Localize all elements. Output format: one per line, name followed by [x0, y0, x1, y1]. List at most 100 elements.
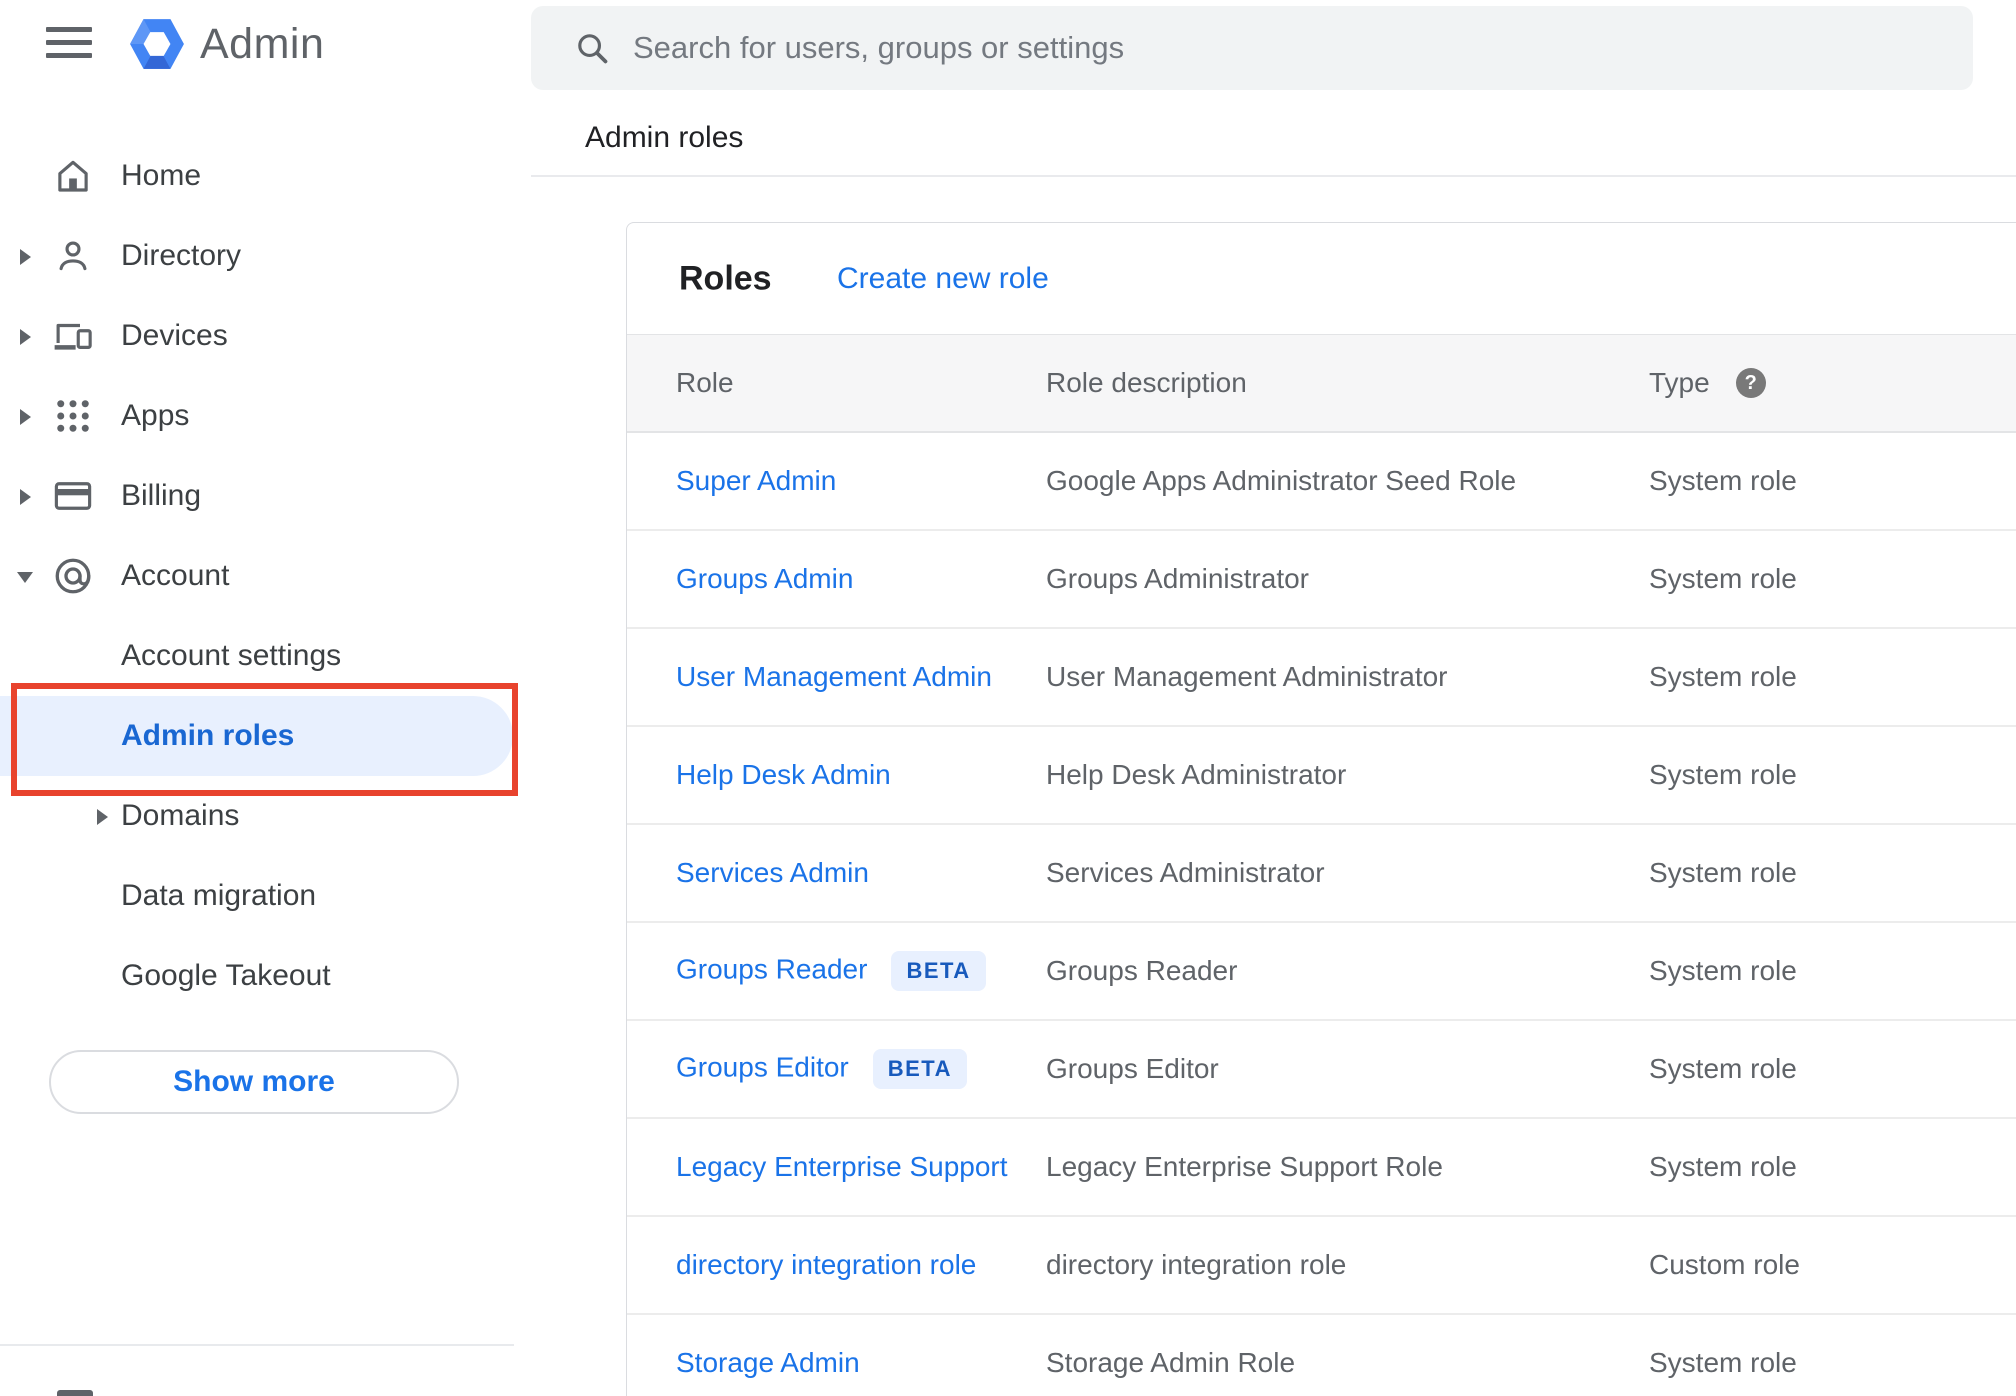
roles-table-body: Super Admin Google Apps Administrator See…: [627, 433, 2016, 1396]
table-row: Groups Reader BETA Groups Reader System rol…: [627, 923, 2016, 1021]
role-link[interactable]: directory integration role: [676, 1249, 976, 1280]
sidebar-item-data-migration[interactable]: Data migration: [0, 856, 514, 936]
role-description-cell: Google Apps Administrator Seed Role: [1046, 465, 1517, 496]
role-link[interactable]: Super Admin: [676, 465, 836, 496]
sidebar-item-label: Billing: [121, 479, 202, 512]
devices-icon: [52, 315, 94, 357]
admin-hexagon-logo-icon: [130, 19, 184, 69]
role-description-cell: Legacy Enterprise Support Role: [1046, 1151, 1443, 1182]
expand-arrow-icon[interactable]: [20, 409, 31, 425]
search-icon: [578, 34, 608, 64]
sidebar-item-label: Directory: [121, 239, 242, 272]
collapse-arrow-icon[interactable]: [17, 572, 33, 583]
table-row: Legacy Enterprise Support Legacy Enterpri…: [627, 1119, 2016, 1217]
expand-arrow-icon[interactable]: [20, 329, 31, 345]
search-bar: [531, 6, 1973, 90]
table-row: Storage Admin Storage Admin Role System ro…: [627, 1315, 2016, 1396]
role-type-cell: System role: [1649, 955, 1797, 986]
sidebar-item-label: Account: [121, 559, 230, 592]
role-type-cell: System role: [1649, 1053, 1797, 1084]
show-more-button[interactable]: Show more: [49, 1050, 459, 1114]
expand-arrow-icon[interactable]: [20, 249, 31, 265]
role-link[interactable]: Help Desk Admin: [676, 759, 891, 790]
role-cell: User Management Admin: [627, 661, 1046, 693]
role-description-cell: Groups Reader: [1046, 955, 1238, 986]
roles-card: Roles Create new role Role Role descript…: [626, 222, 2016, 1396]
role-link[interactable]: User Management Admin: [676, 661, 992, 692]
search-input[interactable]: [633, 30, 1833, 66]
role-type-cell: System role: [1649, 857, 1797, 888]
sidebar-item-home[interactable]: Home: [0, 136, 514, 216]
column-header-type: Type ?: [1649, 367, 2016, 399]
column-header-type-label: Type: [1649, 367, 1710, 398]
role-link[interactable]: Storage Admin: [676, 1347, 860, 1378]
sidebar-item-label: Google Takeout: [121, 959, 331, 992]
role-cell: Super Admin: [627, 465, 1046, 497]
sidebar-item-apps[interactable]: Apps: [0, 376, 514, 456]
sidebar-divider: [0, 1344, 514, 1346]
role-description-cell: Storage Admin Role: [1046, 1347, 1296, 1378]
apps-icon: [52, 395, 94, 437]
roles-card-header: Roles Create new role: [627, 223, 2016, 334]
role-description-cell: Groups Administrator: [1046, 563, 1309, 594]
create-new-role-link[interactable]: Create new role: [837, 262, 1049, 296]
role-cell: Storage Admin: [627, 1347, 1046, 1379]
role-type-cell: System role: [1649, 759, 1797, 790]
sidebar-item-label: Domains: [121, 799, 240, 832]
sidebar-item-google-takeout[interactable]: Google Takeout: [0, 936, 514, 1016]
sidebar-item-directory[interactable]: Directory: [0, 216, 514, 296]
role-link[interactable]: Groups Admin: [676, 563, 853, 594]
role-link[interactable]: Groups Reader: [676, 953, 867, 984]
role-description-cell: Help Desk Administrator: [1046, 759, 1347, 790]
admin-console-page: Admin Home Directory Devices Apps Billing Acc…: [0, 0, 2016, 1396]
sidebar: Admin Home Directory Devices Apps Billing Acc…: [0, 0, 518, 1396]
role-cell: Groups Reader BETA: [627, 951, 1046, 991]
person-icon: [52, 235, 94, 277]
column-header-description: Role description: [1046, 367, 1247, 398]
sidebar-item-label: Account settings: [121, 639, 342, 672]
sidebar-item-label: Home: [121, 159, 202, 192]
annotation-box: [11, 683, 518, 796]
role-link[interactable]: Groups Editor: [676, 1051, 849, 1082]
menu-hamburger-icon[interactable]: [46, 27, 92, 60]
app-title: Admin: [200, 19, 325, 68]
table-row: Super Admin Google Apps Administrator See…: [627, 433, 2016, 531]
beta-badge: BETA: [891, 951, 986, 991]
role-type-cell: System role: [1649, 1151, 1797, 1182]
role-description-cell: directory integration role: [1046, 1249, 1347, 1280]
sidebar-item-billing[interactable]: Billing: [0, 456, 514, 536]
table-row: Groups Editor BETA Groups Editor System rol…: [627, 1021, 2016, 1119]
app-logo: Admin: [128, 15, 324, 73]
beta-badge: BETA: [872, 1049, 968, 1089]
table-row: Groups Admin Groups Administrator System r…: [627, 531, 2016, 629]
role-cell: Groups Editor BETA: [627, 1049, 1046, 1089]
role-cell: directory integration role: [627, 1249, 1046, 1281]
help-icon[interactable]: ?: [1735, 368, 1766, 398]
at-icon: [52, 555, 94, 597]
role-cell: Legacy Enterprise Support: [627, 1151, 1046, 1183]
sidebar-item-account[interactable]: Account: [0, 536, 514, 616]
role-description-cell: User Management Administrator: [1046, 661, 1448, 692]
role-cell: Help Desk Admin: [627, 759, 1046, 791]
role-cell: Groups Admin: [627, 563, 1046, 595]
role-link[interactable]: Legacy Enterprise Support: [676, 1151, 1008, 1182]
sidebar-item-label: Devices: [121, 319, 228, 352]
role-cell: Services Admin: [627, 857, 1046, 889]
home-icon: [52, 155, 94, 197]
role-type-cell: System role: [1649, 563, 1797, 594]
expand-arrow-icon[interactable]: [20, 489, 31, 505]
role-link[interactable]: Services Admin: [676, 857, 869, 888]
role-type-cell: System role: [1649, 1347, 1797, 1378]
sidebar-item-devices[interactable]: Devices: [0, 296, 514, 376]
table-row: User Management Admin User Management Adm…: [627, 629, 2016, 727]
role-description-cell: Services Administrator: [1046, 857, 1325, 888]
clipped-bottom-icon: [57, 1390, 93, 1396]
breadcrumb: Admin roles: [585, 121, 744, 154]
role-type-cell: Custom role: [1649, 1249, 1800, 1280]
role-description-cell: Groups Editor: [1046, 1053, 1219, 1084]
role-type-cell: System role: [1649, 465, 1797, 496]
header-divider: [531, 175, 2016, 177]
expand-arrow-icon[interactable]: [97, 809, 108, 825]
column-header-role: Role: [676, 367, 734, 398]
table-row: directory integration role directory inte…: [627, 1217, 2016, 1315]
